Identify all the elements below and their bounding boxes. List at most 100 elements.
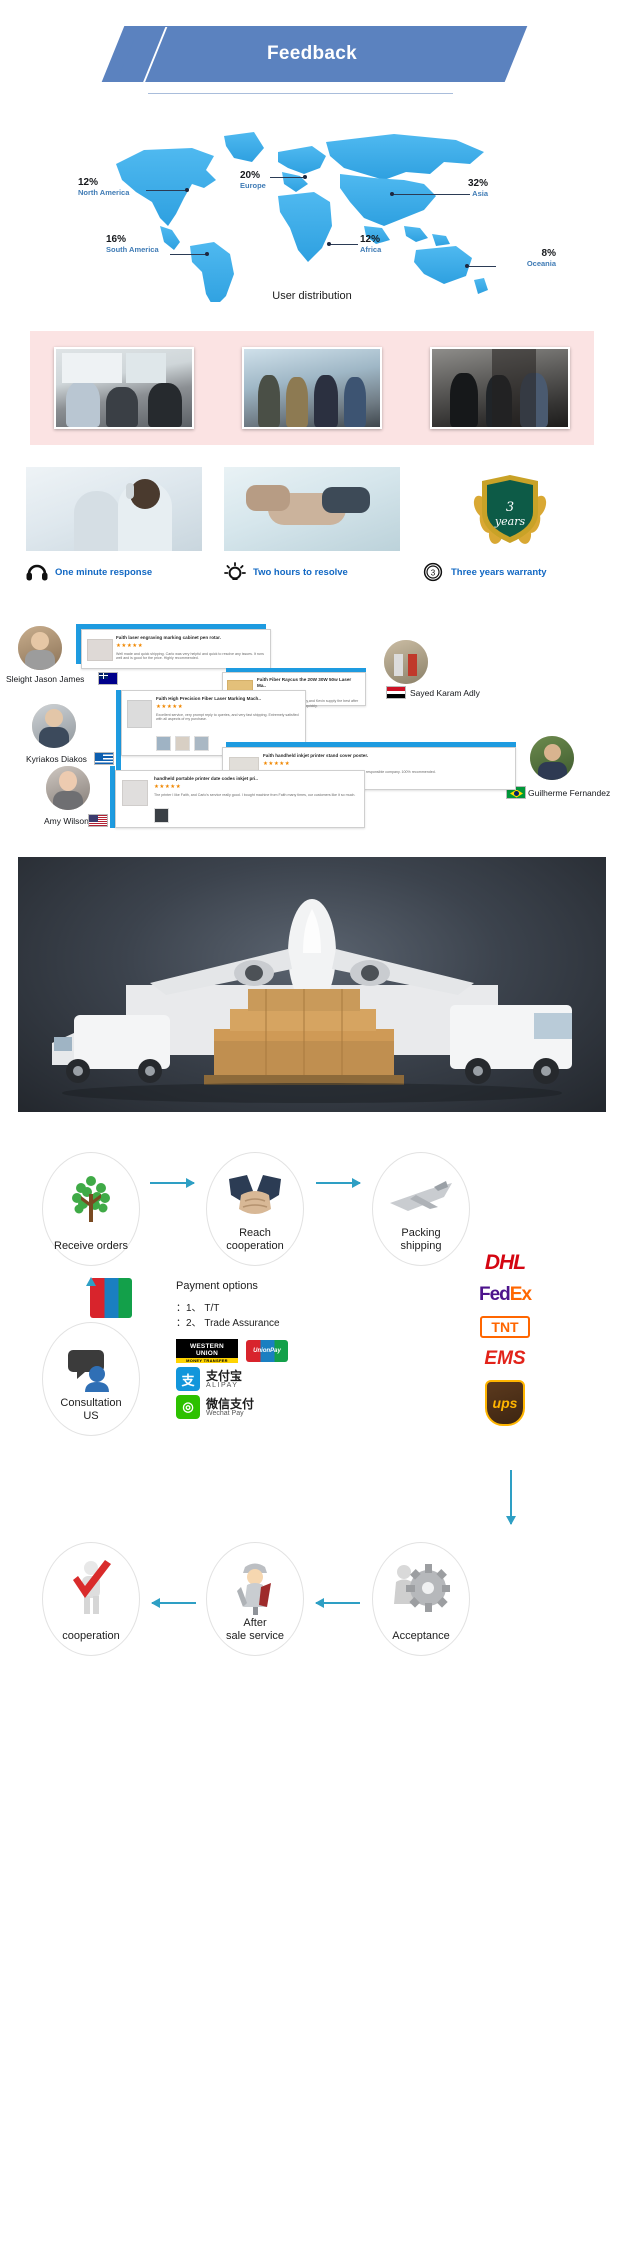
unionpay-logo: UnionPay (246, 1340, 288, 1362)
tnt-logo: TNT (440, 1314, 570, 1340)
flow-node-reach-cooperation[interactable]: Reach cooperation (206, 1152, 304, 1266)
flow-arrow-2 (316, 1178, 361, 1188)
flow-node-acceptance[interactable]: Acceptance (372, 1542, 470, 1656)
flow-label-acceptance: Acceptance (392, 1629, 450, 1642)
customer-photo-strip (30, 331, 594, 445)
testimonial-name-1: Kyriakos Diakos (26, 754, 87, 764)
headset-icon (26, 564, 48, 581)
payment-options-title: Payment options (176, 1280, 258, 1292)
flow-arrow-3 (86, 1277, 132, 1318)
payment-options-block: Payment options ：1、 T/T ：2、 Trade Assura… (176, 1280, 356, 1419)
ups-logo: ups (440, 1378, 570, 1428)
world-map-graphic (116, 132, 488, 302)
page-title: Feedback (266, 43, 358, 64)
customer-photo-3 (430, 347, 570, 429)
flow-node-receive-orders[interactable]: Receive orders (42, 1152, 140, 1266)
flow-label-packing-shipping: Packing shipping (400, 1226, 442, 1252)
map-label-asia: 32% Asia (467, 178, 488, 198)
review-title-4: Faith handheld inkjet printer stand cove… (263, 753, 369, 758)
shipping-hero-image (18, 857, 606, 1112)
service-promise-section: One minute response Two hours to resolve… (26, 467, 598, 582)
leader-dot-north-america (185, 188, 189, 192)
service-label-response: One minute response (55, 566, 153, 578)
warranty-badge-image: 3 years (422, 467, 598, 551)
map-label-africa: 12% Africa (360, 234, 382, 254)
leader-line-south-america (170, 254, 206, 255)
flow-node-cooperation[interactable]: cooperation (42, 1542, 140, 1656)
review-card-2[interactable]: handheld portable printer date codes ink… (115, 770, 365, 828)
testimonial-name-3: Sayed Karam Adly (410, 688, 480, 698)
flag-greece (94, 752, 114, 765)
flow-label-reach-cooperation: Reach cooperation (226, 1226, 284, 1252)
review-body-1: Excellent service, very prompt reply to … (156, 712, 299, 722)
service-item-response: One minute response (26, 467, 202, 582)
handshake-icon (207, 1167, 303, 1229)
review-stars-1: ★★★★★ (156, 703, 184, 710)
leader-line-africa (330, 244, 358, 245)
avatar-sleight-jason-james (18, 626, 62, 670)
wechatpay-logo: ◎ 微信支付 Wechat Pay (176, 1395, 356, 1419)
leader-dot-europe (303, 175, 307, 179)
western-union-logo: WESTERN UNION MONEY TRANSFER (176, 1339, 238, 1363)
cargo-truck (450, 1005, 572, 1084)
knight-shield-icon (207, 1557, 303, 1619)
chat-person-icon (43, 1337, 139, 1399)
avatar-amy-wilson (46, 766, 90, 810)
review-body-2: The printer I like Faith, and Carlo's se… (154, 792, 356, 797)
badge-unit: years (494, 515, 526, 528)
review-card-0[interactable]: Faith laser engraving marking cabinet pe… (81, 629, 271, 669)
payment-option-2: ：2、 Trade Assurance (176, 1318, 280, 1329)
leader-line-europe (270, 177, 304, 178)
wechatpay-sub: Wechat Pay (206, 1409, 244, 1417)
page-banner: Feedback (0, 0, 624, 120)
airplane-icon (373, 1167, 469, 1229)
review-body-0: Well made and quick shipping. Carlo was … (116, 651, 264, 661)
flow-node-packing-shipping[interactable]: Packing shipping (372, 1152, 470, 1266)
leader-dot-south-america (205, 252, 209, 256)
flow-label-after-sale-service: After sale service (225, 1616, 285, 1642)
map-label-europe: 20% Europe (240, 170, 266, 190)
service-label-resolve: Two hours to resolve (253, 566, 348, 578)
review-stars-0: ★★★★★ (116, 642, 144, 649)
tree-icon (43, 1167, 139, 1229)
payment-option-1: ：1、 T/T (176, 1303, 220, 1314)
map-label-south-america: 16% South America (106, 234, 159, 254)
flow-arrow-4 (506, 1470, 516, 1525)
leader-dot-oceania (465, 264, 469, 268)
wechatpay-mark: ◎ (176, 1395, 200, 1419)
map-label-north-america: 12% North America (78, 177, 130, 197)
testimonial-name-2: Amy Wilson (44, 816, 89, 826)
flag-usa (88, 814, 108, 827)
customer-photo-2 (242, 347, 382, 429)
alipay-sub: ALIPAY (206, 1381, 239, 1389)
testimonial-name-0: Sleight Jason James (6, 674, 85, 684)
leader-line-north-america (146, 190, 186, 191)
wechatpay-name: 微信支付 (206, 1396, 255, 1411)
feedback-page: Feedback 12% North America 20% Europe 32… (0, 0, 624, 1762)
review-stars-2: ★★★★★ (154, 783, 182, 790)
flag-egypt (386, 686, 406, 699)
flow-node-consultation-us[interactable]: Consultation US (42, 1322, 140, 1436)
service-item-warranty: 3 years 3 Three years warranty (422, 467, 598, 582)
dhl-logo: DHL (484, 1251, 526, 1274)
leader-dot-africa (327, 242, 331, 246)
alipay-logo: 支 支付宝 ALIPAY (176, 1367, 356, 1391)
avatar-guilherme-fernandez (530, 736, 574, 780)
warranty-seal-icon: 3 years (473, 475, 547, 544)
map-label-oceania: 8% Oceania (526, 248, 556, 268)
review-title-2: handheld portable printer date codes ink… (154, 776, 258, 781)
flag-australia (98, 672, 118, 685)
review-image-thumbs-2 (154, 808, 169, 823)
user-distribution-map: 12% North America 20% Europe 32% Asia 16… (0, 122, 624, 317)
testimonial-name-4: Guilherme Fernandez (528, 788, 611, 798)
testimonials-section: Sleight Jason James Faith laser engravin… (0, 616, 624, 841)
courier-logos-block: DHL FedEx TNT EMS ups (440, 1250, 570, 1434)
banner-underline (148, 93, 453, 94)
svg-text:3: 3 (431, 569, 436, 578)
ems-logo: EMS (484, 1348, 526, 1369)
badge-number: 3 (506, 500, 514, 515)
flow-label-receive-orders: Receive orders (54, 1239, 128, 1252)
flow-node-after-sale-service[interactable]: After sale service (206, 1542, 304, 1656)
service-item-resolve: Two hours to resolve (224, 467, 400, 582)
flow-arrow-5 (151, 1598, 196, 1608)
